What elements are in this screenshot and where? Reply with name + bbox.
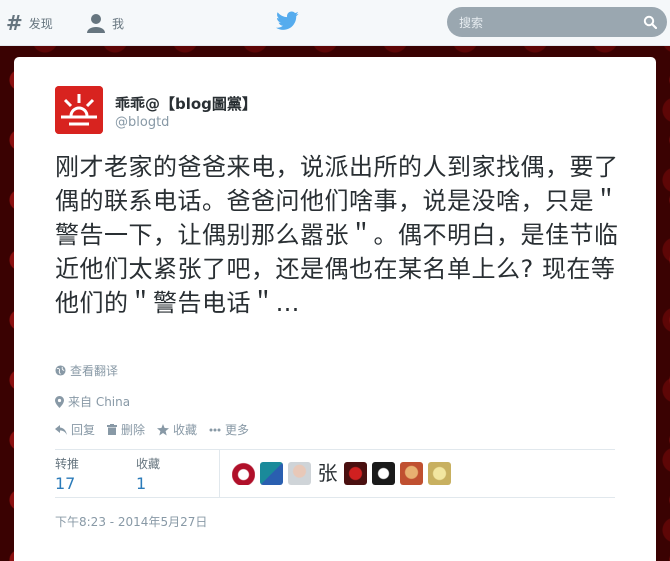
nav-me-label: 我 xyxy=(112,16,125,31)
translate-label: 查看翻译 xyxy=(70,364,119,378)
stats-divider-top xyxy=(55,449,615,450)
globe-icon xyxy=(55,365,66,376)
search-input[interactable]: 搜索 xyxy=(447,7,667,37)
translate-link[interactable]: 查看翻译 xyxy=(55,362,118,379)
nav-me[interactable]: 我 xyxy=(86,11,124,35)
reply-icon xyxy=(55,424,67,435)
nav-discover-label: 发现 xyxy=(28,16,53,31)
favorite-stat[interactable]: 收藏 1 xyxy=(136,455,160,493)
favoriters-avatars: 张 xyxy=(232,462,451,485)
avatar[interactable] xyxy=(372,462,395,485)
stats-separator xyxy=(219,450,220,497)
tweet-actions: 回复 删除 收藏 更多 xyxy=(55,421,249,438)
retweets-label: 转推 xyxy=(55,457,80,471)
avatar[interactable] xyxy=(288,462,311,485)
display-name[interactable]: 乖乖@【blog圖黨】 xyxy=(115,93,257,114)
nav-discover[interactable]: # 发现 xyxy=(6,11,53,35)
trash-icon xyxy=(107,424,118,435)
star-icon xyxy=(157,423,170,435)
avatar[interactable] xyxy=(344,462,367,485)
hashtag-icon: # xyxy=(6,11,23,35)
tweet-location[interactable]: 来自 China xyxy=(55,393,130,410)
reply-button[interactable]: 回复 xyxy=(55,421,95,438)
location-label: 来自 China xyxy=(68,395,131,409)
retweet-stat[interactable]: 转推 17 xyxy=(55,455,79,493)
tweet-text: 刚才老家的爸爸来电，说派出所的人到家找偶，要了偶的联系电话。爸爸问他们啥事，说是… xyxy=(55,153,619,317)
retweets-count: 17 xyxy=(55,474,76,493)
search-placeholder: 搜索 xyxy=(459,15,484,30)
tweet-card: 乖乖@【blog圖黨】 @blogtd 刚才老家的爸爸来电，说派出所的人到家找偶… xyxy=(14,57,656,561)
favorites-count: 1 xyxy=(136,474,147,493)
twitter-bird-icon[interactable] xyxy=(276,11,299,31)
sunrise-logo-icon xyxy=(55,86,103,134)
more-button[interactable]: 更多 xyxy=(209,421,249,438)
reply-label: 回复 xyxy=(71,423,96,437)
location-pin-icon xyxy=(55,395,64,408)
avatar[interactable]: 张 xyxy=(316,462,339,485)
person-icon xyxy=(87,14,105,33)
top-nav-bar: # 发现 我 搜索 xyxy=(0,0,670,46)
avatar[interactable] xyxy=(428,462,451,485)
more-label: 更多 xyxy=(225,423,250,437)
more-dots-icon xyxy=(209,428,221,431)
tweet-timestamp[interactable]: 下午8:23 - 2014年5月27日 xyxy=(55,513,207,530)
favorite-button[interactable]: 收藏 xyxy=(157,421,197,438)
avatar[interactable] xyxy=(260,462,283,485)
favorites-label: 收藏 xyxy=(136,457,161,471)
stats-divider-bottom xyxy=(55,497,615,498)
delete-label: 删除 xyxy=(121,423,146,437)
avatar[interactable] xyxy=(400,462,423,485)
screen-name[interactable]: @blogtd xyxy=(115,115,169,130)
favorite-label: 收藏 xyxy=(173,423,198,437)
avatar[interactable] xyxy=(232,462,255,485)
search-icon[interactable] xyxy=(643,15,657,29)
avatar[interactable] xyxy=(55,86,103,134)
delete-button[interactable]: 删除 xyxy=(107,421,145,438)
